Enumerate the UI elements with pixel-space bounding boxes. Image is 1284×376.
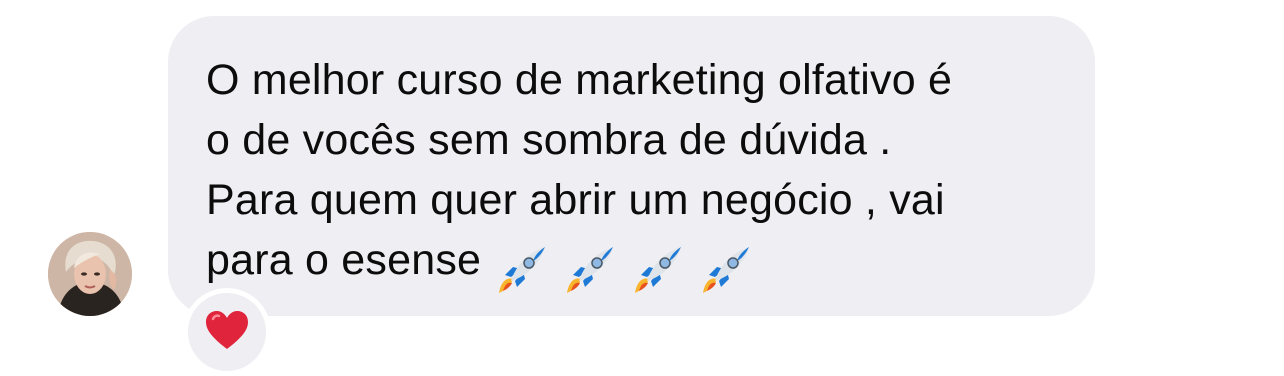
red-heart-icon: [204, 309, 250, 351]
sender-avatar[interactable]: [48, 232, 132, 316]
rocket-icon: [627, 241, 687, 301]
rocket-icon: [559, 241, 619, 301]
message-line-4-text: para o esense: [206, 236, 482, 284]
message-line-1: O melhor curso de marketing olfativo é: [206, 56, 953, 104]
message-line-2: o de vocês sem sombra de dúvida .: [206, 116, 892, 164]
message-bubble[interactable]: O melhor curso de marketing olfativo é o…: [168, 16, 1095, 316]
message-line-4: para o esense: [206, 230, 1055, 301]
message-line-3: Para quem quer abrir um negócio , vai: [206, 176, 945, 224]
rocket-emoji-group: [491, 238, 763, 301]
avatar-photo: [48, 232, 132, 316]
reaction-badge[interactable]: [183, 288, 271, 376]
rocket-icon: [695, 241, 755, 301]
rocket-icon: [491, 241, 551, 301]
